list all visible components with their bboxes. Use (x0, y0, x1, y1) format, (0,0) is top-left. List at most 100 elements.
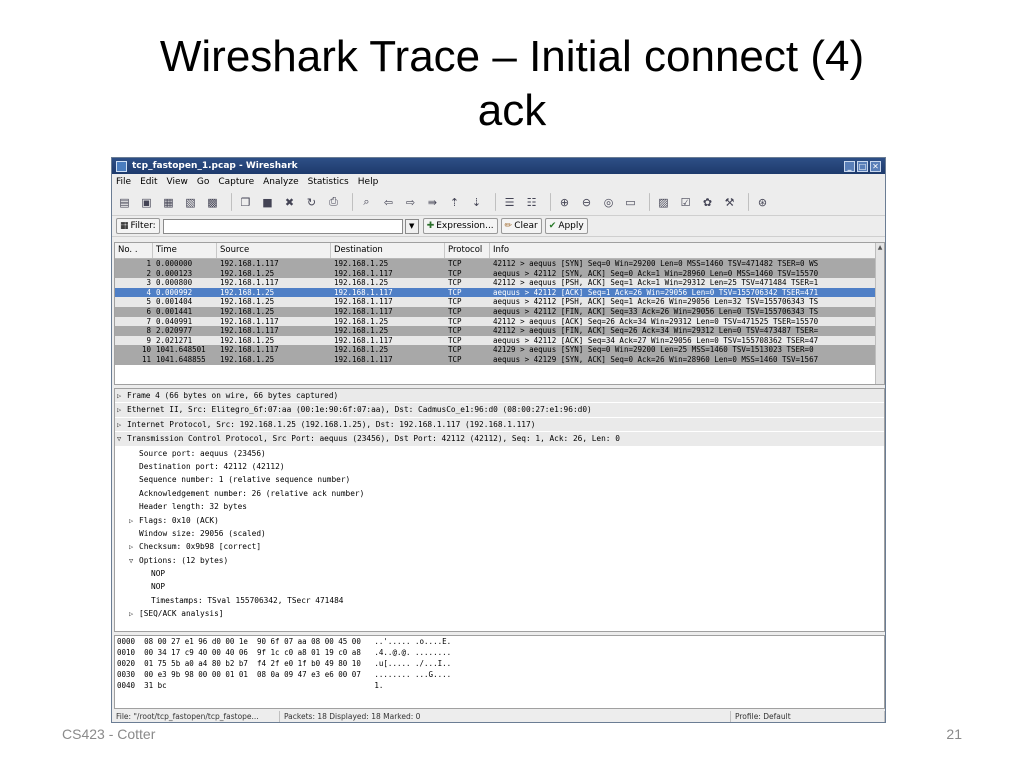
save-file-icon[interactable]: ■ (259, 194, 276, 211)
packet-row[interactable]: 2 0.000123 192.168.1.25 192.168.1.117 TCP aeq… (115, 268, 884, 279)
scroll-up-icon[interactable]: ▲ (876, 243, 884, 252)
packet-row[interactable]: 10 1041.648501 192.168.1.117 192.168.1.25 TC… (115, 345, 884, 355)
filter-input[interactable] (162, 218, 403, 234)
menu-statistics[interactable]: Statistics (308, 177, 349, 187)
packet-row[interactable]: 6 0.001441 192.168.1.25 192.168.1.117 TCP aeq… (115, 306, 884, 317)
packet-row[interactable]: 7 0.040991 192.168.1.117 192.168.1.25 TCP 421… (115, 316, 884, 327)
column-time[interactable]: Time (153, 243, 217, 258)
collapsed-triangle-icon[interactable]: ▷ (129, 608, 139, 621)
minimize-icon[interactable]: _ (844, 160, 855, 172)
packet-row[interactable]: 11 1041.648855 192.168.1.25 192.168.1.117 TC… (115, 354, 884, 365)
start-capture-icon[interactable]: ▦ (160, 194, 177, 211)
go-first-icon[interactable]: ⇡ (446, 194, 463, 211)
filter-dropdown-icon[interactable]: ▼ (404, 218, 419, 234)
detail-line[interactable]: ▷ [SEQ/ACK analysis] (115, 607, 884, 620)
detail-line[interactable]: NOP (115, 567, 884, 580)
detail-line[interactable]: Acknowledgement number: 26 (relative ack… (115, 487, 884, 500)
hex-line[interactable]: 0000 08 00 27 e1 96 d0 00 1e 90 6f 07 aa… (115, 636, 884, 647)
menu-capture[interactable]: Capture (218, 177, 254, 187)
zoom-in-icon[interactable]: ⊕ (556, 194, 573, 211)
collapsed-triangle-icon[interactable]: ▷ (117, 390, 127, 403)
column-source[interactable]: Source (217, 243, 331, 258)
reload-icon[interactable]: ↻ (303, 194, 320, 211)
preferences-icon[interactable]: ⚒ (721, 194, 738, 211)
hex-line[interactable]: 0030 00 e3 9b 98 00 00 01 01 08 0a 09 47… (115, 669, 884, 680)
detail-line[interactable]: ▷ Checksum: 0x9b98 [correct] (115, 540, 884, 553)
go-last-icon[interactable]: ⇣ (468, 194, 485, 211)
column-no[interactable]: No. . (115, 243, 153, 258)
go-forward-icon[interactable]: ⇨ (402, 194, 419, 211)
expanded-triangle-icon[interactable]: ▽ (129, 555, 139, 568)
packet-protocol: TCP (448, 278, 462, 288)
packet-source: 192.168.1.25 (220, 354, 275, 364)
open-file-icon[interactable]: ❐ (237, 194, 254, 211)
zoom-normal-icon[interactable]: ◎ (600, 194, 617, 211)
packet-row[interactable]: 5 0.001404 192.168.1.25 192.168.1.117 TCP aeq… (115, 297, 884, 307)
column-info[interactable]: Info (490, 243, 884, 258)
menu-help[interactable]: Help (358, 177, 379, 187)
find-packet-icon[interactable]: ⌕ (358, 194, 375, 211)
stop-capture-icon[interactable]: ▧ (182, 194, 199, 211)
hex-line[interactable]: 0010 00 34 17 c9 40 00 40 06 9f 1c c0 a8… (115, 647, 884, 658)
maximize-icon[interactable]: □ (857, 160, 868, 172)
status-profile[interactable]: Profile: Default (731, 711, 885, 722)
close-file-icon[interactable]: ✖ (281, 194, 298, 211)
collapsed-triangle-icon[interactable]: ▷ (117, 404, 127, 417)
go-back-icon[interactable]: ⇦ (380, 194, 397, 211)
colorize-icon[interactable]: ☰ (501, 194, 518, 211)
detail-line[interactable]: ▷ Internet Protocol, Src: 192.168.1.25 (1… (115, 417, 884, 433)
packet-row[interactable]: 9 2.021271 192.168.1.25 192.168.1.117 TCP aeq… (115, 335, 884, 346)
detail-line[interactable]: Header length: 32 bytes (115, 500, 884, 513)
interface-list-icon[interactable]: ▤ (116, 194, 133, 211)
help-icon[interactable]: ⊛ (754, 194, 771, 211)
expanded-triangle-icon[interactable]: ▽ (117, 433, 127, 446)
resize-columns-icon[interactable]: ▭ (622, 194, 639, 211)
menu-edit[interactable]: Edit (140, 177, 157, 187)
column-destination[interactable]: Destination (331, 243, 445, 258)
menu-file[interactable]: File (116, 177, 131, 187)
go-to-packet-icon[interactable]: ⇛ (424, 194, 441, 211)
menu-go[interactable]: Go (197, 177, 209, 187)
detail-line[interactable]: Source port: aequus (23456) (115, 447, 884, 460)
detail-line[interactable]: Sequence number: 1 (relative sequence nu… (115, 473, 884, 486)
detail-line[interactable]: ▷ Ethernet II, Src: Elitegro_6f:07:aa (00… (115, 403, 884, 418)
detail-line[interactable]: NOP (115, 580, 884, 593)
collapsed-triangle-icon[interactable]: ▷ (117, 419, 127, 432)
hex-line[interactable]: 0020 01 75 5b a0 a4 80 b2 b7 f4 2f e0 1f… (115, 658, 884, 669)
collapsed-triangle-icon[interactable]: ▷ (129, 541, 139, 554)
column-protocol[interactable]: Protocol (445, 243, 490, 258)
capture-filters-icon[interactable]: ▨ (655, 194, 672, 211)
detail-line[interactable]: Timestamps: TSval 155706342, TSecr 47148… (115, 594, 884, 607)
packet-row[interactable]: 1 0.000000 192.168.1.117 192.168.1.25 TCP 421… (115, 259, 884, 269)
auto-scroll-icon[interactable]: ☷ (523, 194, 540, 211)
hex-line[interactable]: 0040 31 bc 1. (115, 680, 884, 691)
zoom-out-icon[interactable]: ⊖ (578, 194, 595, 211)
menu-view[interactable]: View (167, 177, 188, 187)
detail-line[interactable]: Window size: 29056 (scaled) (115, 527, 884, 540)
packet-destination: 192.168.1.117 (334, 306, 393, 316)
collapsed-triangle-icon[interactable]: ▷ (129, 515, 139, 528)
packet-row[interactable]: 3 0.000800 192.168.1.117 192.168.1.25 TCP 421… (115, 278, 884, 288)
packet-row[interactable]: 4 0.000992 192.168.1.25 192.168.1.117 TCP aeq… (115, 287, 884, 298)
menu-analyze[interactable]: Analyze (263, 177, 298, 187)
coloring-rules-icon[interactable]: ✿ (699, 194, 716, 211)
filter-label-button[interactable]: ▦ Filter: (116, 218, 160, 234)
window-titlebar[interactable]: tcp_fastopen_1.pcap - Wireshark _ □ ✕ (112, 158, 885, 174)
restart-capture-icon[interactable]: ▩ (204, 194, 221, 211)
print-icon[interactable]: ⎙ (325, 194, 342, 211)
detail-line[interactable]: ▽ Options: (12 bytes) (115, 554, 884, 567)
packet-protocol: TCP (448, 335, 462, 345)
detail-line[interactable]: Destination port: 42112 (42112) (115, 460, 884, 473)
toolbar-separator (748, 193, 749, 211)
apply-button[interactable]: ✔ Apply (544, 218, 588, 234)
detail-line[interactable]: ▷ Flags: 0x10 (ACK) (115, 514, 884, 527)
expression-button[interactable]: ✚ Expression... (422, 218, 498, 234)
clear-button[interactable]: ✏ Clear (500, 218, 542, 234)
packet-list-scrollbar[interactable]: ▲ (875, 243, 884, 384)
detail-line[interactable]: ▷ Frame 4 (66 bytes on wire, 66 bytes cap… (115, 389, 884, 404)
close-icon[interactable]: ✕ (870, 160, 881, 172)
capture-options-icon[interactable]: ▣ (138, 194, 155, 211)
display-filters-icon[interactable]: ☑ (677, 194, 694, 211)
packet-row[interactable]: 8 2.020977 192.168.1.117 192.168.1.25 TCP 421… (115, 326, 884, 336)
detail-line[interactable]: ▽ Transmission Control Protocol, Src Port… (115, 432, 884, 447)
